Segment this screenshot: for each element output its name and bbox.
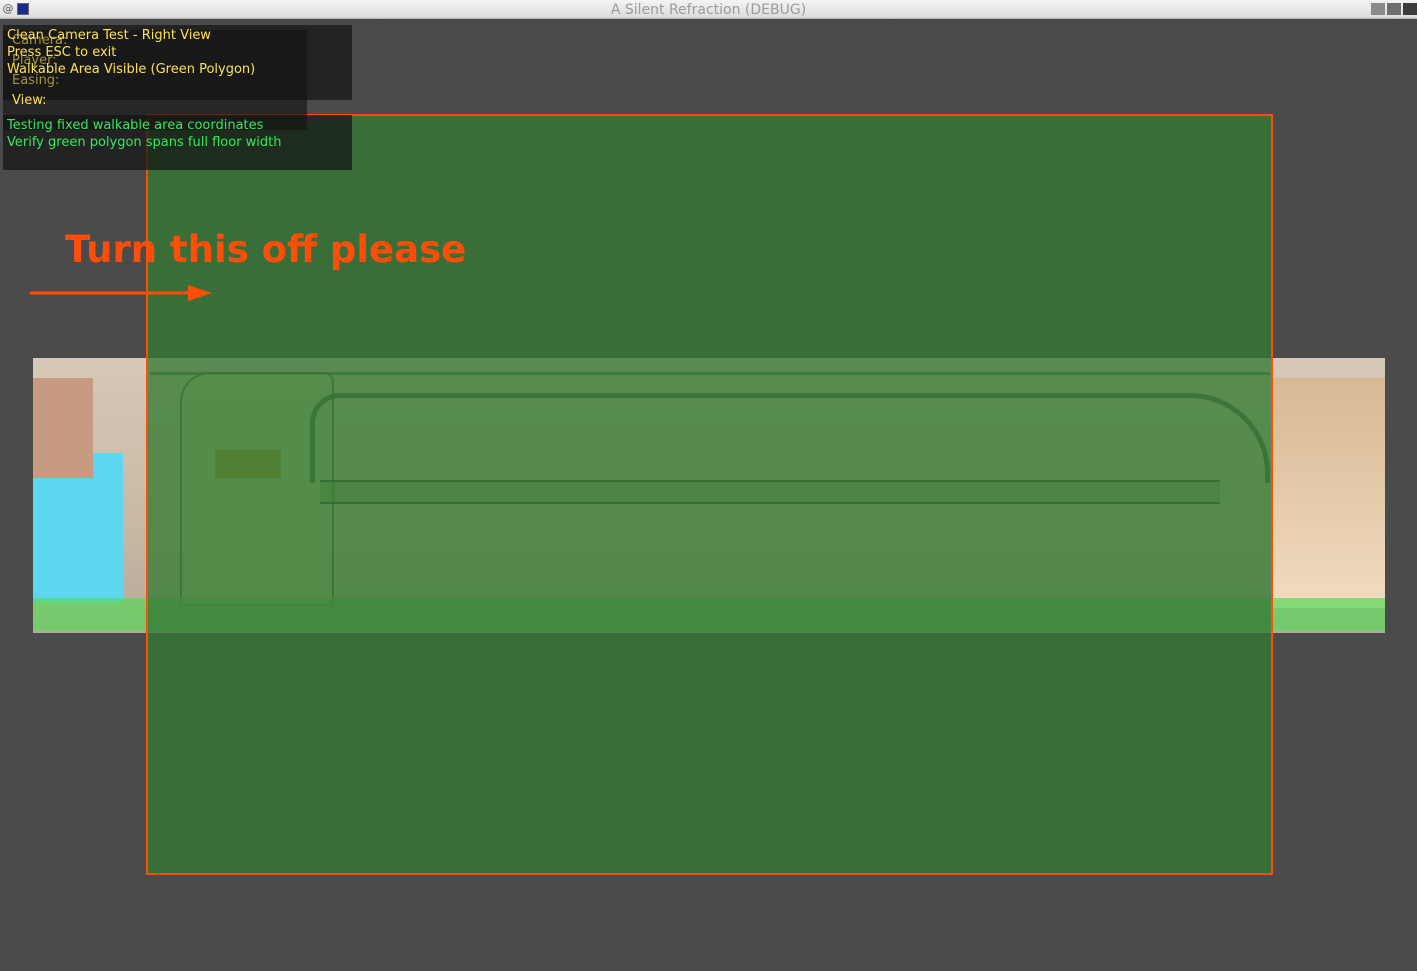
view-label: View: bbox=[12, 93, 47, 108]
status-line-1: Testing fixed walkable area coordinates bbox=[7, 118, 264, 133]
walkable-visible-note: Walkable Area Visible (Green Polygon) bbox=[7, 62, 256, 77]
annotation-arrow-icon bbox=[30, 285, 212, 301]
maximize-button[interactable] bbox=[1387, 3, 1401, 15]
status-line-2: Verify green polygon spans full floor wi… bbox=[7, 135, 282, 150]
window-title: A Silent Refraction (DEBUG) bbox=[610, 2, 807, 18]
exit-hint: Press ESC to exit bbox=[7, 45, 117, 60]
window-title-bar[interactable]: @ A Silent Refraction (DEBUG) bbox=[0, 0, 1417, 19]
test-title: Clean Camera Test - Right View bbox=[7, 28, 211, 43]
left-pillar bbox=[33, 378, 93, 478]
minimize-button[interactable] bbox=[1371, 3, 1385, 15]
annotation-text: Turn this off please bbox=[65, 228, 467, 271]
right-wall bbox=[1273, 378, 1385, 608]
close-button[interactable] bbox=[1403, 3, 1417, 15]
